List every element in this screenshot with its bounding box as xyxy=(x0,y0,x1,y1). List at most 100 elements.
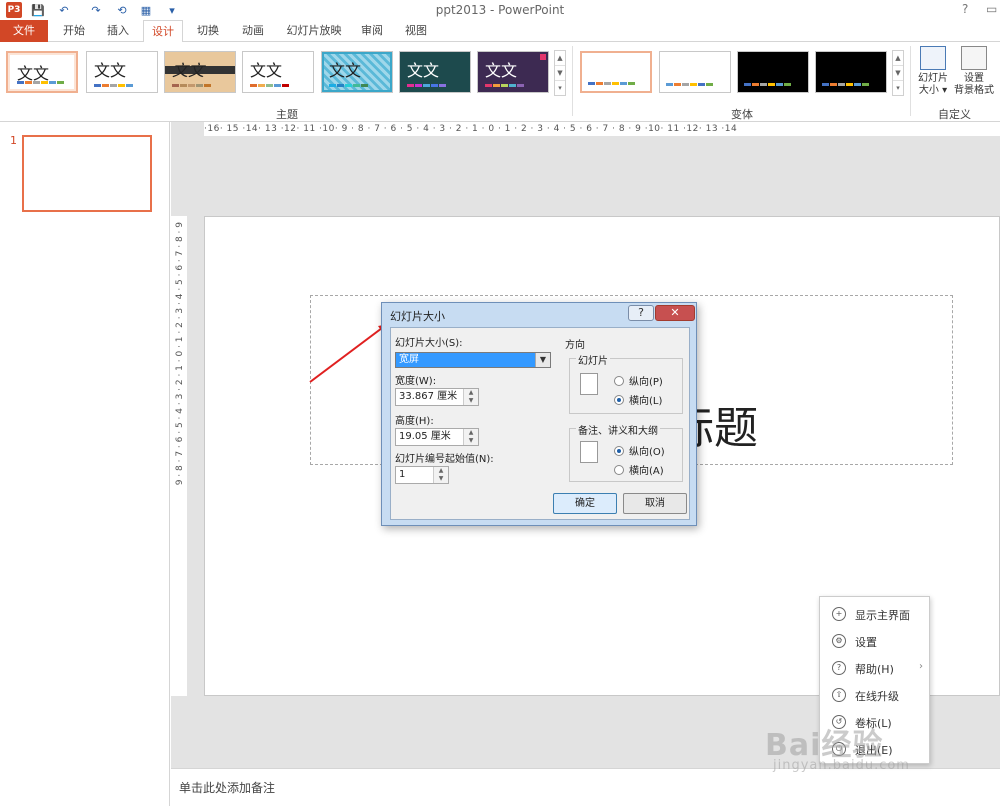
scroll-up-icon[interactable]: ▲ xyxy=(893,51,903,66)
tab-insert[interactable]: 插入 xyxy=(100,20,136,42)
theme-4[interactable]: 文文 xyxy=(242,51,314,93)
theme-2[interactable]: 文文 xyxy=(86,51,158,93)
variant-2[interactable] xyxy=(659,51,731,93)
theme-3[interactable]: 文文 xyxy=(164,51,236,93)
portrait-page-icon xyxy=(580,441,598,463)
menu-item-settings[interactable]: ⚙ 设置 xyxy=(820,628,931,654)
slide-size-icon xyxy=(920,46,946,70)
cancel-button[interactable]: 取消 xyxy=(623,493,687,514)
close-icon: ✕ xyxy=(670,306,680,319)
radio-label: 纵向(P) xyxy=(629,377,663,388)
ribbon-tabs: 文件 开始 插入 设计 切换 动画 幻灯片放映 审阅 视图 xyxy=(0,20,1000,43)
theme-label: 文文 xyxy=(94,61,127,80)
scroll-down-icon[interactable]: ▼ xyxy=(893,66,903,81)
upgrade-icon: ⇧ xyxy=(832,688,846,702)
menu-item-show-main[interactable]: + 显示主界面 xyxy=(820,601,931,627)
dialog-title: 幻灯片大小 xyxy=(390,310,445,323)
slides-landscape-radio[interactable]: 横向(L) xyxy=(614,392,662,407)
slide-size-label-2: 大小 ▾ xyxy=(918,85,948,96)
theme-6[interactable]: 文文 xyxy=(399,51,471,93)
notes-portrait-radio[interactable]: 纵向(O) xyxy=(614,443,665,458)
slide-size-button[interactable]: 幻灯片 大小 ▾ xyxy=(913,46,953,97)
radio-label: 横向(A) xyxy=(629,466,664,477)
theme-label: 文文 xyxy=(329,61,362,80)
slide-thumbnail[interactable] xyxy=(22,135,152,212)
group-label-customize: 自定义 xyxy=(938,108,971,121)
format-background-button[interactable]: 设置 背景格式 xyxy=(952,46,996,97)
scroll-down-icon[interactable]: ▼ xyxy=(555,66,565,81)
menu-item-label: 帮助(H) xyxy=(855,663,894,676)
tab-review[interactable]: 审阅 xyxy=(354,20,390,42)
theme-5[interactable]: 文文 xyxy=(321,51,393,93)
numbering-input[interactable]: 1 ▲ ▼ xyxy=(395,466,449,484)
menu-item-label: 显示主界面 xyxy=(855,609,910,622)
tab-file[interactable]: 文件 xyxy=(0,20,48,42)
help-icon: ? xyxy=(832,661,846,675)
slide-size-select[interactable]: 宽屏 ▼ xyxy=(395,352,551,368)
dialog-help-button[interactable]: ? xyxy=(628,305,654,321)
notes-pane[interactable]: 单击此处添加备注 xyxy=(171,768,1000,806)
variant-1[interactable] xyxy=(580,51,652,93)
numbering-value: 1 xyxy=(399,469,406,480)
group-label-themes: 主题 xyxy=(276,108,298,121)
format-background-label: 设置 xyxy=(964,73,984,84)
baidu-watermark: Bai经验 jingyan.baidu.com xyxy=(765,720,909,773)
ribbon-display-icon[interactable]: ▭ xyxy=(986,2,997,16)
tab-animations[interactable]: 动画 xyxy=(235,20,271,42)
numbering-spinner[interactable]: ▲ ▼ xyxy=(433,467,448,483)
gallery-more-icon[interactable]: ▾ xyxy=(555,81,565,96)
themes-gallery-scroll[interactable]: ▲ ▼ ▾ xyxy=(554,50,566,96)
width-input[interactable]: 33.867 厘米 ▲ ▼ xyxy=(395,388,479,406)
plus-icon: + xyxy=(832,607,846,621)
gear-icon: ⚙ xyxy=(832,634,846,648)
help-icon[interactable]: ? xyxy=(962,2,968,16)
slides-portrait-radio[interactable]: 纵向(P) xyxy=(614,373,663,388)
slide-size-value: 宽屏 xyxy=(399,354,419,365)
variants-gallery-scroll[interactable]: ▲ ▼ ▾ xyxy=(892,50,904,96)
variant-4[interactable] xyxy=(815,51,887,93)
width-label: 宽度(W): xyxy=(395,376,437,387)
theme-office[interactable]: 文文 xyxy=(6,51,78,93)
tab-transitions[interactable]: 切换 xyxy=(190,20,226,42)
numbering-label: 幻灯片编号起始值(N): xyxy=(395,454,494,465)
height-spinner[interactable]: ▲ ▼ xyxy=(463,429,478,445)
theme-7[interactable]: 文文 xyxy=(477,51,549,93)
theme-label: 文文 xyxy=(172,61,205,80)
tab-slideshow[interactable]: 幻灯片放映 xyxy=(282,20,346,42)
slide-size-label: 幻灯片 xyxy=(918,73,948,84)
slide-size-dialog: 幻灯片大小 ? ✕ 幻灯片大小(S): 宽屏 ▼ 宽度(W): 33.867 厘… xyxy=(381,302,697,526)
scroll-up-icon[interactable]: ▲ xyxy=(555,51,565,66)
notes-group-label: 备注、讲义和大纲 xyxy=(576,422,660,437)
tab-design[interactable]: 设计 xyxy=(143,20,183,43)
menu-item-upgrade[interactable]: ⇧ 在线升级 xyxy=(820,682,931,708)
menu-item-help[interactable]: ? 帮助(H) › xyxy=(820,655,931,681)
slide-number: 1 xyxy=(10,134,17,147)
tab-home[interactable]: 开始 xyxy=(56,20,92,42)
radio-label: 横向(L) xyxy=(629,396,663,407)
window-title: ppt2013 - PowerPoint xyxy=(435,3,565,17)
question-icon: ? xyxy=(638,306,644,319)
dialog-close-button[interactable]: ✕ xyxy=(655,305,695,321)
notes-landscape-radio[interactable]: 横向(A) xyxy=(614,462,664,477)
slides-orientation-group: 幻灯片 纵向(P) 横向(L) xyxy=(569,352,683,414)
variant-3[interactable] xyxy=(737,51,809,93)
vertical-ruler: 9 · 8 · 7 · 6 · 5 · 4 · 3 · 2 · 1 · 0 · … xyxy=(171,216,187,696)
gallery-more-icon[interactable]: ▾ xyxy=(893,81,903,96)
theme-label: 文文 xyxy=(250,61,283,80)
height-value: 19.05 厘米 xyxy=(399,431,451,442)
chevron-right-icon: › xyxy=(919,661,923,672)
orientation-label: 方向 xyxy=(565,340,585,351)
ok-button[interactable]: 确定 xyxy=(553,493,617,514)
divider xyxy=(910,46,911,116)
theme-label: 文文 xyxy=(407,61,440,80)
theme-label: 文文 xyxy=(485,61,518,80)
menu-item-label: 在线升级 xyxy=(855,690,899,703)
slide-size-label: 幻灯片大小(S): xyxy=(395,338,463,349)
menu-item-label: 设置 xyxy=(855,636,877,649)
width-spinner[interactable]: ▲ ▼ xyxy=(463,389,478,405)
portrait-page-icon xyxy=(580,373,598,395)
tab-view[interactable]: 视图 xyxy=(398,20,434,42)
chevron-down-icon[interactable]: ▼ xyxy=(535,353,550,367)
width-value: 33.867 厘米 xyxy=(399,391,458,402)
height-input[interactable]: 19.05 厘米 ▲ ▼ xyxy=(395,428,479,446)
